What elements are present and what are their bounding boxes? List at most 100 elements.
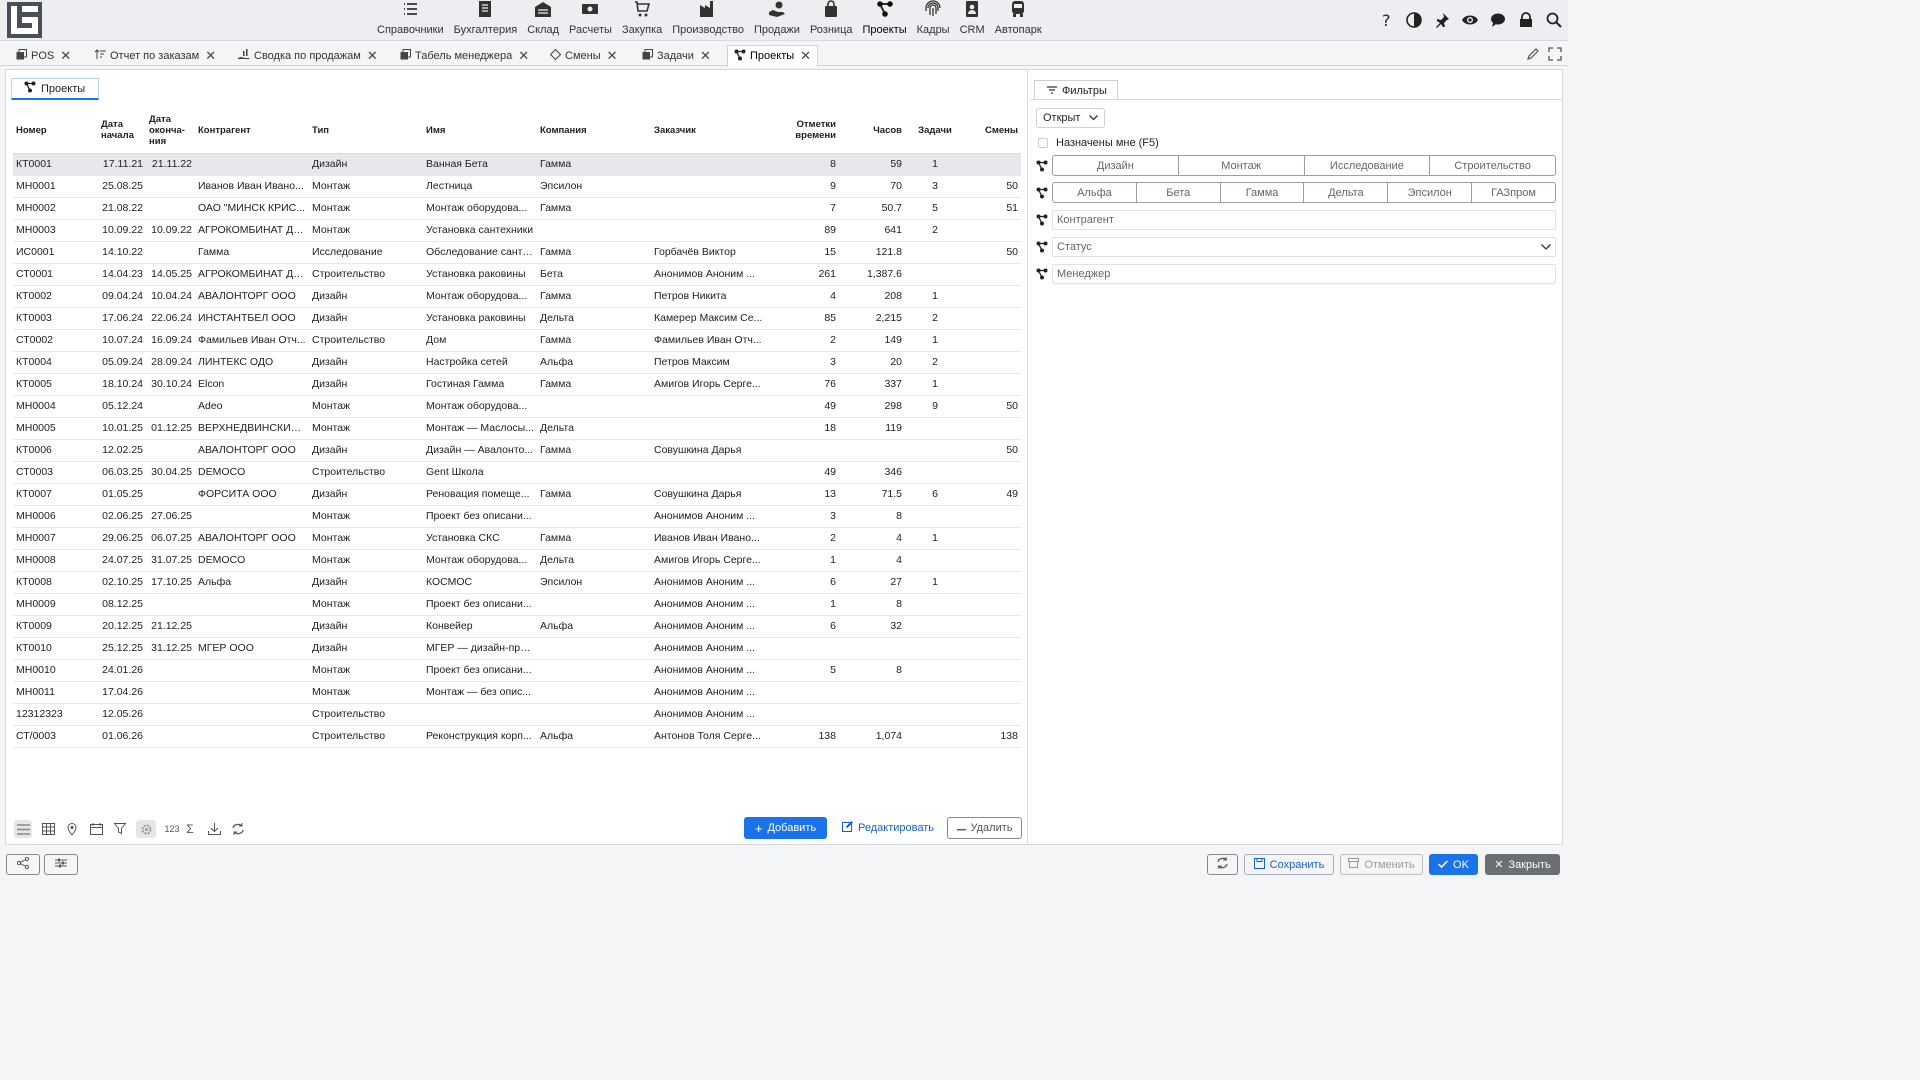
menu-item-9[interactable]: Кадры [912, 0, 955, 41]
table-row[interactable]: МН0008 24.07.25 31.07.25 DEMOCO Монтаж Монтаж… [13, 549, 1021, 572]
table-row[interactable]: СТ0002 10.07.24 16.09.24 Фамильев Иван Отч.… [13, 329, 1021, 352]
types-option[interactable]: Монтаж [1179, 156, 1305, 175]
chat-icon[interactable] [1488, 10, 1508, 30]
menu-item-5[interactable]: Производство [667, 0, 749, 41]
menu-item-10[interactable]: CRM [955, 0, 990, 41]
close-tab-icon[interactable]: ✕ [700, 48, 711, 64]
filter-icon[interactable] [112, 820, 128, 838]
edit-pencil-icon[interactable] [1526, 47, 1540, 64]
tab-3[interactable]: Табель менеджера ✕ [394, 45, 535, 66]
types-option[interactable]: Исследование [1305, 156, 1431, 175]
lock-icon[interactable] [1516, 10, 1536, 30]
pin-icon[interactable] [1432, 10, 1452, 30]
col-name[interactable]: Имя [423, 108, 537, 154]
table-row[interactable]: МН0010 24.01.26 Монтаж Проект без описани..… [13, 659, 1021, 682]
close-tab-icon[interactable]: ✕ [205, 48, 216, 64]
numbers-toggle[interactable]: 123 [164, 820, 180, 838]
close-tab-icon[interactable]: ✕ [518, 48, 529, 64]
table-row[interactable]: КТ0008 02.10.25 17.10.25 Альфа Дизайн КОСМОС Э… [13, 571, 1021, 594]
col-start-date[interactable]: Дата начала [98, 108, 146, 154]
companies-option[interactable]: Эпсилон [1388, 183, 1473, 202]
help-icon[interactable]: ? [1376, 10, 1396, 30]
tab-projects-list[interactable]: Проекты [11, 78, 99, 100]
tab-6[interactable]: Проекты ✕ [727, 45, 819, 67]
col-type[interactable]: Тип [309, 108, 423, 154]
settings-gear-icon[interactable] [136, 820, 156, 838]
companies-option[interactable]: Бета [1137, 183, 1221, 202]
list-view-icon[interactable] [14, 820, 32, 838]
calendar-icon[interactable] [88, 820, 104, 838]
menu-item-1[interactable]: Бухгалтерия [449, 0, 523, 41]
refresh-button[interactable] [1207, 854, 1238, 875]
col-contractor[interactable]: Контрагент [195, 108, 309, 154]
app-logo[interactable] [7, 2, 42, 38]
table-row[interactable]: КТ0010 25.12.25 31.12.25 МГЕР ООО Дизайн МГЕР… [13, 637, 1021, 660]
refresh-cycle-icon[interactable] [230, 820, 246, 838]
menu-item-8[interactable]: Проекты [857, 0, 911, 41]
settings-sliders-button[interactable] [44, 854, 78, 875]
col-number[interactable]: Номер [13, 108, 98, 154]
table-row[interactable]: МН0007 29.06.25 06.07.25 АВАЛОНТОРГ ООО Монт… [13, 527, 1021, 550]
table-row[interactable]: КТ0002 09.04.24 10.04.24 АВАЛОНТОРГ ООО Диза… [13, 285, 1021, 308]
table-row[interactable]: СТ/0003 01.06.26 Строительство Реконструкци… [13, 725, 1021, 748]
menu-item-2[interactable]: Склад [522, 0, 564, 41]
types-option[interactable]: Дизайн [1053, 156, 1179, 175]
cancel-button[interactable]: Отменить [1340, 854, 1423, 875]
tab-2[interactable]: Сводка по продажам ✕ [232, 45, 384, 66]
table-row[interactable]: МН0003 10.09.22 10.09.22 АГРОКОМБИНАТ ДЗ...… [13, 219, 1021, 242]
close-tab-icon[interactable]: ✕ [607, 48, 618, 64]
table-row[interactable]: МН0011 17.04.26 Монтаж Монтаж — без опис...… [13, 681, 1021, 704]
manager-input[interactable]: Менеджер [1052, 264, 1556, 284]
menu-item-0[interactable]: Справочники [372, 0, 449, 41]
col-shifts[interactable]: Смены [965, 108, 1021, 154]
menu-item-7[interactable]: Розница [805, 0, 858, 41]
save-button[interactable]: Сохранить [1244, 854, 1334, 875]
col-tasks[interactable]: Задачи [905, 108, 965, 154]
tab-5[interactable]: Задачи ✕ [636, 45, 717, 66]
col-time-marks[interactable]: Отметки времени [773, 108, 839, 154]
menu-item-4[interactable]: Закупка [617, 0, 667, 41]
companies-option[interactable]: Альфа [1053, 183, 1137, 202]
map-pin-icon[interactable] [64, 820, 80, 838]
close-tab-icon[interactable]: ✕ [800, 48, 811, 64]
companies-option[interactable]: Дельта [1304, 183, 1389, 202]
fullscreen-icon[interactable] [1548, 47, 1562, 64]
download-icon[interactable] [206, 820, 222, 838]
sum-toggle[interactable]: Σ [182, 820, 198, 838]
col-company[interactable]: Компания [537, 108, 651, 154]
menu-item-6[interactable]: Продажи [749, 0, 805, 41]
close-tab-icon[interactable]: ✕ [367, 48, 378, 64]
table-row[interactable]: 12312323 12.05.26 Строительство Анонимов Ан… [13, 703, 1021, 726]
menu-item-3[interactable]: Расчеты [564, 0, 617, 41]
menu-item-11[interactable]: Автопарк [990, 0, 1047, 41]
table-row[interactable]: МН0005 10.01.25 01.12.25 ВЕРХНЕДВИНСКИЙ ...… [13, 417, 1021, 440]
close-tab-icon[interactable]: ✕ [60, 48, 71, 64]
grid-view-icon[interactable] [40, 820, 56, 838]
col-customer[interactable]: Заказчик [651, 108, 773, 154]
table-row[interactable]: СТ0001 14.04.23 14.05.25 АГРОКОМБИНАТ ДЗ...… [13, 263, 1021, 286]
table-row[interactable]: КТ0001 17.11.21 21.11.22 Дизайн Ванная Бета Г… [13, 153, 1021, 176]
share-button[interactable] [6, 854, 40, 875]
table-row[interactable]: КТ0005 18.10.24 30.10.24 Elcon Дизайн Гостина… [13, 373, 1021, 396]
col-end-date[interactable]: Дата оконча-ния [146, 108, 195, 154]
table-row[interactable]: МН0009 08.12.25 Монтаж Проект без описани..… [13, 593, 1021, 616]
table-row[interactable]: КТ0007 01.05.25 ФОРСИТА ООО Дизайн Реновация… [13, 483, 1021, 506]
search-icon[interactable] [1544, 10, 1564, 30]
table-row[interactable]: КТ0006 12.02.25 АВАЛОНТОРГ ООО Дизайн Дизайн… [13, 439, 1021, 462]
table-row[interactable]: КТ0009 20.12.25 21.12.25 Дизайн Конвейер Альф… [13, 615, 1021, 638]
ok-button[interactable]: OK [1429, 854, 1478, 875]
table-row[interactable]: МН0006 02.06.25 27.06.25 Монтаж Проект без о… [13, 505, 1021, 528]
table-row[interactable]: ИС0001 14.10.22 Гамма Исследование Обследова… [13, 241, 1021, 264]
tab-0[interactable]: POS ✕ [10, 45, 77, 66]
table-row[interactable]: МН0004 05.12.24 Adeo Монтаж Монтаж оборудова… [13, 395, 1021, 418]
table-row[interactable]: МН0002 21.08.22 ОАО "МИНСК КРИС... Монтаж Мо… [13, 197, 1021, 220]
tab-filters[interactable]: Фильтры [1034, 80, 1118, 100]
status-select[interactable]: Открыт [1036, 108, 1105, 128]
tab-4[interactable]: Смены ✕ [544, 45, 624, 66]
companies-option[interactable]: ГАЗпром [1472, 183, 1555, 202]
table-row[interactable]: МН0001 25.08.25 Иванов Иван Ивано... Монтаж… [13, 175, 1021, 198]
table-row[interactable]: СТ0003 06.03.25 30.04.25 DEMOCO Строительств… [13, 461, 1021, 484]
types-option[interactable]: Строительство [1430, 156, 1555, 175]
table-row[interactable]: КТ0004 05.09.24 28.09.24 ЛИНТЕКС ОДО Дизайн Н… [13, 351, 1021, 374]
companies-option[interactable]: Гамма [1221, 183, 1305, 202]
